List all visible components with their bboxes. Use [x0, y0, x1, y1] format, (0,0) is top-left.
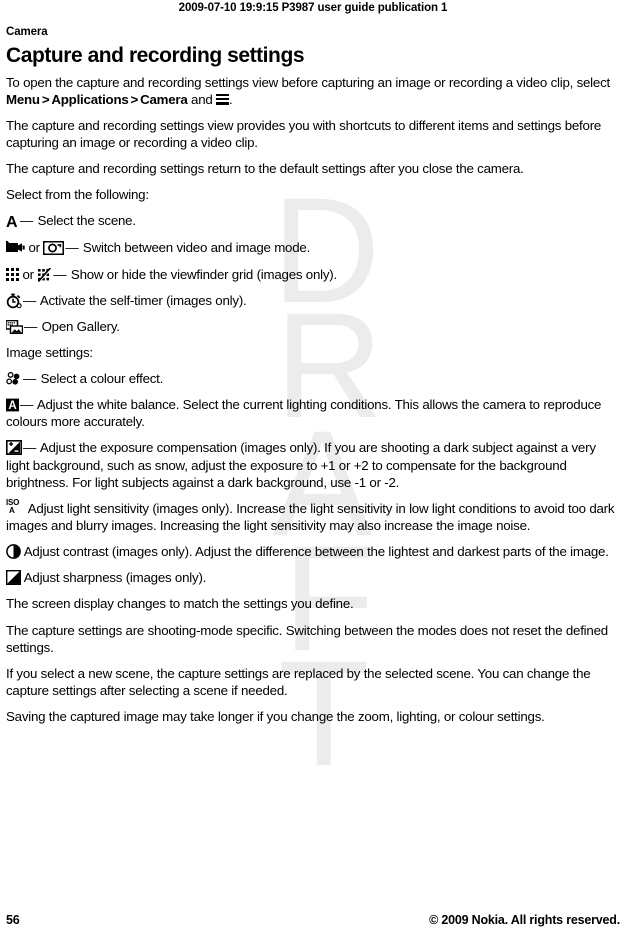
page-number: 56	[6, 913, 20, 927]
self-timer-icon	[6, 293, 22, 309]
separator-dash: —	[65, 240, 79, 256]
paragraph-saving: Saving the captured image may take longe…	[6, 709, 545, 725]
image-settings-label: Image settings:	[6, 344, 93, 360]
breadcrumb-separator-1: >	[41, 91, 50, 107]
video-mode-icon	[4, 241, 25, 254]
sharpness-icon	[5, 570, 22, 586]
setting-item-scene: A — Select the scene.	[6, 212, 622, 232]
breadcrumb-separator-2: >	[130, 91, 139, 107]
setting-text-exposure: Adjust the exposure compensation (images…	[6, 440, 596, 490]
paragraph-shortcuts: The capture and recording settings view …	[6, 117, 602, 150]
image-mode-icon	[43, 241, 65, 256]
scene-icon: A	[6, 214, 18, 232]
intro-paragraph: To open the capture and recording settin…	[6, 74, 622, 108]
setting-item-exposure: — Adjust the exposure compensation (imag…	[6, 439, 622, 490]
setting-item-gallery: — Open Gallery.	[5, 318, 622, 335]
separator-dash: —	[24, 318, 38, 334]
setting-text-scene: Select the scene.	[37, 213, 137, 229]
contrast-icon	[6, 544, 21, 560]
intro-text-b: and	[187, 91, 217, 107]
colour-effect-icon	[6, 372, 22, 385]
setting-item-mode: or — Switch between video and image mode…	[4, 239, 622, 256]
menu-label: Menu	[6, 91, 40, 107]
setting-text-grid: Show or hide the viewfinder grid (images…	[70, 266, 337, 282]
setting-text-sharpness: Adjust sharpness (images only).	[23, 570, 207, 586]
setting-text-gallery: Open Gallery.	[41, 318, 120, 334]
separator-dash: —	[23, 371, 37, 387]
page-footer: 56 © 2009 Nokia. All rights reserved.	[6, 913, 620, 927]
setting-item-self-timer: — Activate the self-timer (images only).	[6, 292, 622, 309]
setting-text-white-balance: Adjust the white balance. Select the cur…	[6, 397, 602, 430]
separator-dash: —	[53, 266, 67, 282]
setting-item-white-balance: A — Adjust the white balance. Select the …	[6, 396, 622, 430]
viewfinder-grid-on-icon	[6, 267, 19, 281]
setting-item-sharpness: Adjust sharpness (images only).	[5, 569, 622, 586]
setting-text-self-timer: Activate the self-timer (images only).	[39, 292, 247, 308]
separator-dash: —	[20, 213, 34, 229]
separator-dash: —	[23, 292, 37, 308]
paragraph-defaults: The capture and recording settings retur…	[6, 161, 524, 177]
applications-label: Applications	[51, 91, 129, 107]
paragraph-screen-display: The screen display changes to match the …	[6, 596, 354, 612]
intro-text-a: To open the capture and recording settin…	[6, 74, 610, 90]
white-balance-icon: A	[6, 398, 19, 412]
exposure-compensation-icon	[6, 440, 22, 456]
running-head: 2009-07-10 19:9:15 P3987 user guide publ…	[178, 2, 448, 14]
copyright-notice: © 2009 Nokia. All rights reserved.	[429, 913, 620, 927]
setting-text-contrast: Adjust contrast (images only). Adjust th…	[23, 544, 609, 560]
setting-item-grid: or — Show or hide the viewfinder grid (i…	[6, 266, 622, 283]
separator-dash: —	[23, 440, 37, 456]
or-label-mode: or	[28, 240, 40, 256]
camera-label: Camera	[140, 91, 188, 107]
page-title: Capture and recording settings	[6, 44, 305, 67]
iso-auto-label: A	[9, 505, 15, 515]
select-from-following-label: Select from the following:	[6, 187, 149, 203]
setting-text-colour-effect: Select a colour effect.	[40, 371, 164, 387]
setting-text-light-sensitivity: Adjust light sensitivity (images only). …	[6, 500, 615, 534]
separator-dash: —	[20, 397, 34, 413]
svg-text:A: A	[8, 400, 16, 412]
viewfinder-grid-off-icon	[37, 266, 53, 282]
setting-text-mode: Switch between video and image mode.	[82, 240, 311, 256]
intro-text-c: .	[229, 91, 233, 107]
document-page: 2009-07-10 19:9:15 P3987 user guide publ…	[0, 0, 626, 939]
hamburger-menu-icon	[216, 93, 230, 105]
light-sensitivity-icon: ISO A	[6, 498, 25, 517]
setting-item-light-sensitivity: ISO A Adjust light sensitivity (images on…	[6, 498, 622, 534]
breadcrumb: Camera	[6, 26, 48, 38]
or-label-grid: or	[22, 266, 34, 282]
paragraph-shooting-mode: The capture settings are shooting-mode s…	[6, 622, 608, 655]
setting-item-colour-effect: — Select a colour effect.	[6, 370, 622, 387]
page-content: Camera Capture and recording settings To…	[4, 26, 622, 734]
setting-item-contrast: Adjust contrast (images only). Adjust th…	[6, 543, 622, 560]
gallery-icon	[5, 319, 24, 334]
paragraph-new-scene: If you select a new scene, the capture s…	[6, 665, 591, 699]
